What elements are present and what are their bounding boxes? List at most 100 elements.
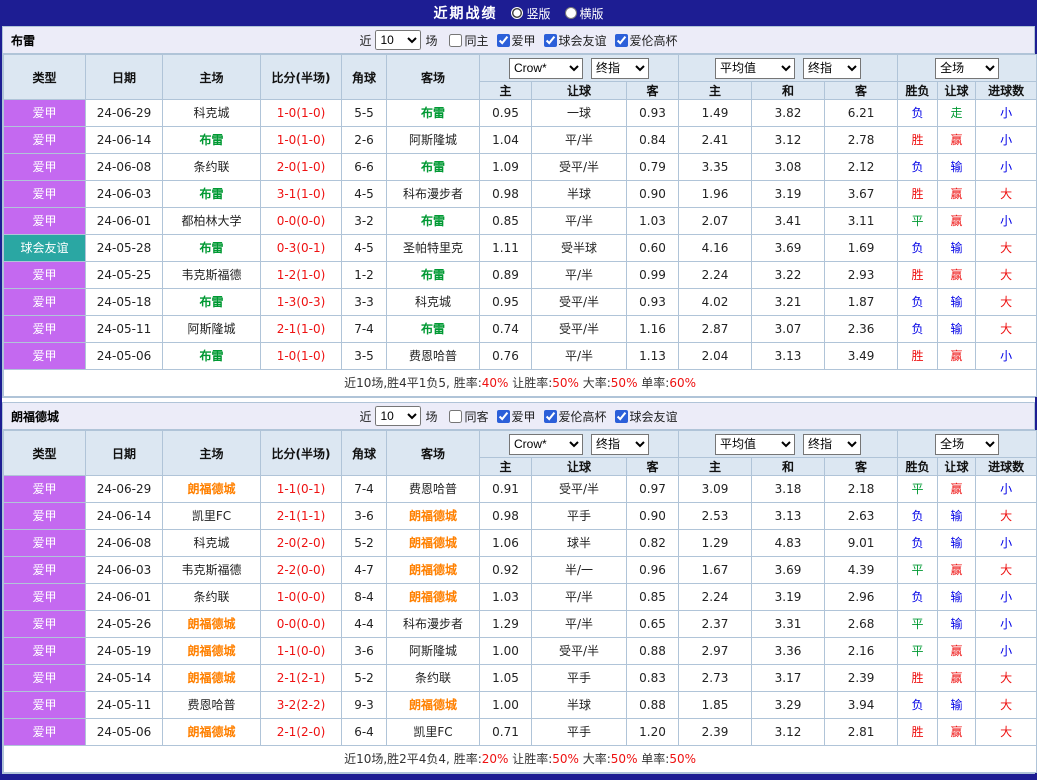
filter-checkbox[interactable]: 爱伦高杯	[614, 32, 678, 49]
odds-time-select[interactable]: 终指	[591, 433, 650, 455]
score: 1-2(1-0)	[260, 261, 342, 289]
result-goals: 小	[975, 342, 1037, 370]
checkbox-input[interactable]	[496, 409, 510, 423]
col-header-handicap-result: 让球	[937, 81, 977, 100]
match-type-badge: 爱甲	[3, 691, 86, 719]
match-row: 爱甲 24-06-01 都柏林大学 0-0(0-0) 3-2 布雷 0.85 平/半 1.03 2…	[3, 207, 1037, 235]
match-type-badge: 爱甲	[3, 502, 86, 530]
avg-select[interactable]: 平均值	[715, 433, 796, 455]
avg-draw: 3.17	[751, 664, 826, 692]
avg-away: 2.16	[824, 637, 899, 665]
result-winlose: 平	[897, 207, 939, 235]
avg-away: 3.49	[824, 342, 899, 370]
result-handicap: 输	[937, 502, 977, 530]
avg-select[interactable]: 平均值	[715, 57, 796, 79]
filter-checkbox[interactable]: 同主	[449, 32, 489, 49]
away-team: 科克城	[386, 288, 480, 316]
result-winlose: 胜	[897, 261, 939, 289]
result-winlose: 负	[897, 99, 939, 127]
away-team: 费恩哈普	[386, 475, 480, 503]
col-header-goals: 进球数	[975, 81, 1037, 100]
scope-select[interactable]: 全场	[935, 433, 1000, 455]
avg-home: 4.16	[678, 234, 753, 262]
scope-select[interactable]: 全场	[935, 57, 1000, 79]
filter-controls: 近 10 场 同主 爱甲 球会友谊 爱伦高杯	[359, 30, 678, 50]
avg-dropdowns: 平均值 终指	[678, 54, 899, 82]
result-handicap: 赢	[937, 126, 977, 154]
home-team: 韦克斯福德	[162, 261, 261, 289]
radio-vertical-label: 竖版	[526, 6, 551, 21]
recent-count-select[interactable]: 10	[375, 30, 422, 50]
match-date: 24-05-06	[85, 342, 163, 370]
checkbox-label: 球会友谊	[558, 33, 607, 48]
filter-checkboxes: 同主 爱甲 球会友谊 爱伦高杯	[441, 32, 678, 49]
filter-checkbox[interactable]: 爱甲	[496, 408, 536, 425]
avg-away: 2.81	[824, 718, 899, 746]
radio-vertical[interactable]: 竖版	[511, 5, 551, 22]
odds-company-select[interactable]: Crow*	[509, 57, 584, 79]
home-team: 布雷	[162, 126, 261, 154]
result-winlose: 胜	[897, 664, 939, 692]
match-date: 24-05-06	[85, 718, 163, 746]
filter-checkbox[interactable]: 球会友谊	[543, 32, 607, 49]
recent-count-select[interactable]: 10	[375, 406, 422, 426]
footer-stat-label: 单率:	[637, 376, 670, 390]
checkbox-input[interactable]	[449, 409, 463, 423]
result-handicap: 输	[937, 583, 977, 611]
score: 2-0(2-0)	[260, 529, 342, 557]
home-team: 阿斯隆城	[162, 315, 261, 343]
avg-draw: 3.69	[751, 234, 826, 262]
result-handicap: 输	[937, 234, 977, 262]
match-row: 爱甲 24-05-18 布雷 1-3(0-3) 3-3 科克城 0.95 受平/半 0.93 4.…	[3, 288, 1037, 316]
home-team: 朗福德城	[162, 637, 261, 665]
result-handicap: 输	[937, 529, 977, 557]
result-winlose: 胜	[897, 180, 939, 208]
odds-dropdowns: Crow* 终指	[478, 430, 680, 458]
radio-horizontal[interactable]: 横版	[564, 5, 604, 22]
match-date: 24-05-11	[85, 315, 163, 343]
avg-away: 2.68	[824, 610, 899, 638]
avg-home: 2.07	[678, 207, 753, 235]
radio-vertical-input[interactable]	[511, 7, 524, 19]
odds-away: 0.96	[625, 556, 680, 584]
recent-label-prefix: 近	[359, 409, 372, 424]
score: 2-1(2-1)	[260, 664, 342, 692]
odds-company-select[interactable]: Crow*	[509, 433, 584, 455]
odds-time-select[interactable]: 终指	[591, 57, 650, 79]
checkbox-input[interactable]	[614, 33, 628, 47]
avg-time-select[interactable]: 终指	[803, 57, 862, 79]
footer-stat-label: 大率:	[578, 752, 611, 766]
result-goals: 小	[975, 207, 1037, 235]
checkbox-input[interactable]	[614, 409, 628, 423]
match-type-badge: 爱甲	[3, 126, 86, 154]
result-winlose: 平	[897, 556, 939, 584]
checkbox-label: 爱伦高杯	[558, 409, 607, 424]
result-handicap: 赢	[937, 664, 977, 692]
odds-home: 1.04	[479, 126, 532, 154]
avg-draw: 3.41	[751, 207, 826, 235]
filter-checkbox[interactable]: 爱伦高杯	[543, 408, 607, 425]
corners: 7-4	[341, 475, 387, 503]
filter-checkbox[interactable]: 同客	[449, 408, 489, 425]
filter-checkbox[interactable]: 爱甲	[496, 32, 536, 49]
match-type-badge: 爱甲	[3, 610, 86, 638]
score: 1-1(0-1)	[260, 475, 342, 503]
checkbox-input[interactable]	[543, 409, 557, 423]
checkbox-input[interactable]	[496, 33, 510, 47]
match-row: 爱甲 24-05-11 费恩哈普 3-2(2-2) 9-3 朗福德城 1.00 半球 0.88 1…	[3, 691, 1037, 719]
home-team: 费恩哈普	[162, 691, 261, 719]
odds-away: 0.65	[625, 610, 680, 638]
result-goals: 小	[975, 637, 1037, 665]
avg-away: 1.87	[824, 288, 899, 316]
result-winlose: 负	[897, 502, 939, 530]
radio-horizontal-input[interactable]	[564, 7, 577, 19]
result-goals: 小	[975, 529, 1037, 557]
match-row: 爱甲 24-06-08 条约联 2-0(1-0) 6-6 布雷 1.09 受平/半 0.79 3.…	[3, 153, 1037, 181]
home-team: 凯里FC	[162, 502, 261, 530]
filter-checkbox[interactable]: 球会友谊	[614, 408, 678, 425]
checkbox-input[interactable]	[449, 33, 463, 47]
avg-time-select[interactable]: 终指	[803, 433, 862, 455]
col-header-avg-draw: 和	[751, 81, 826, 100]
matches-table: 类型 日期 主场 比分(半场) 角球 客场 Crow*终指 平均值终指 全场	[2, 54, 1037, 397]
checkbox-input[interactable]	[543, 33, 557, 47]
